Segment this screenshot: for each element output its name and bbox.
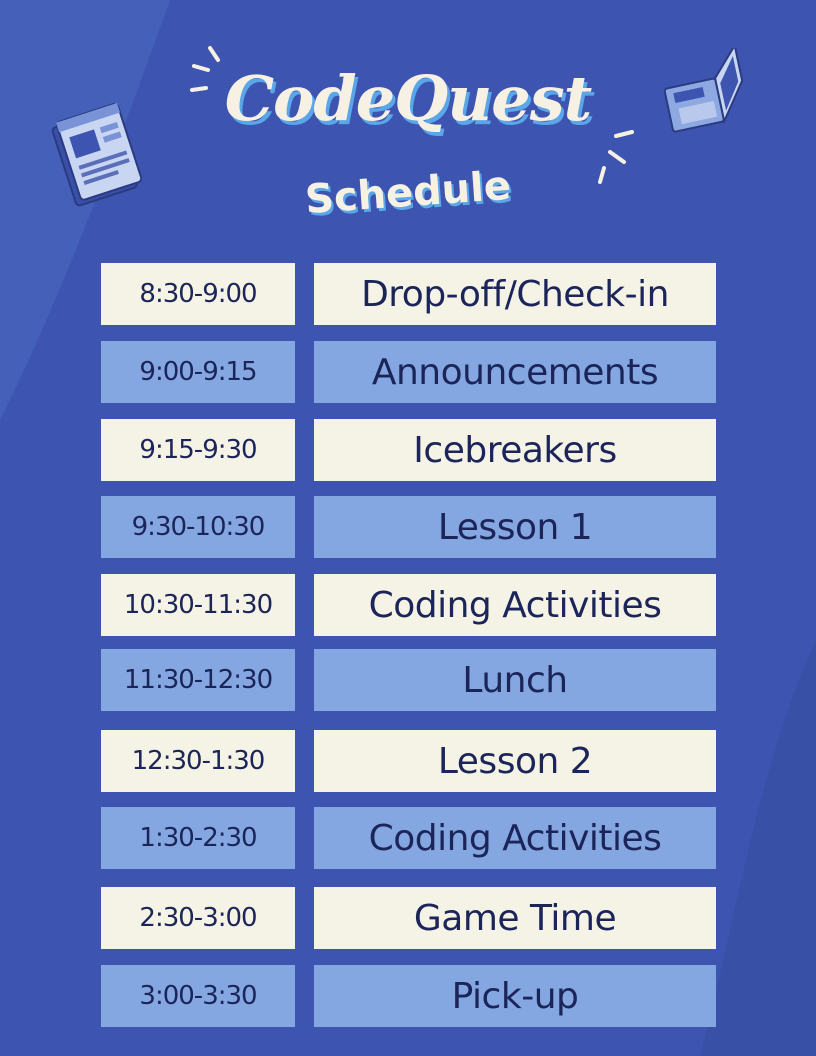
schedule-row: 11:30-12:30 Lunch	[101, 649, 716, 711]
laptop-icon	[663, 48, 744, 133]
schedule-row: 2:30-3:00 Game Time	[101, 887, 716, 949]
activity-cell: Coding Activities	[314, 807, 716, 869]
schedule-row: 10:30-11:30 Coding Activities	[101, 574, 716, 636]
sparkle-lines-icon	[190, 46, 220, 92]
time-cell: 12:30-1:30	[101, 730, 295, 792]
time-cell: 3:00-3:30	[101, 965, 295, 1027]
activity-cell: Announcements	[314, 341, 716, 403]
time-cell: 9:30-10:30	[101, 496, 295, 558]
time-cell: 2:30-3:00	[101, 887, 295, 949]
time-cell: 9:15-9:30	[101, 419, 295, 481]
activity-cell: Coding Activities	[314, 574, 716, 636]
activity-cell: Pick-up	[314, 965, 716, 1027]
sparkle-lines-icon	[598, 130, 634, 184]
activity-cell: Icebreakers	[314, 419, 716, 481]
browser-window-icon	[51, 102, 142, 207]
activity-cell: Drop-off/Check-in	[314, 263, 716, 325]
time-cell: 11:30-12:30	[101, 649, 295, 711]
activity-cell: Lunch	[314, 649, 716, 711]
schedule-row: 9:15-9:30 Icebreakers	[101, 419, 716, 481]
schedule-row: 9:30-10:30 Lesson 1	[101, 496, 716, 558]
activity-cell: Lesson 1	[314, 496, 716, 558]
schedule-row: 1:30-2:30 Coding Activities	[101, 807, 716, 869]
schedule-row: 9:00-9:15 Announcements	[101, 341, 716, 403]
schedule-row: 3:00-3:30 Pick-up	[101, 965, 716, 1027]
activity-cell: Game Time	[314, 887, 716, 949]
time-cell: 1:30-2:30	[101, 807, 295, 869]
schedule-row: 12:30-1:30 Lesson 2	[101, 730, 716, 792]
time-cell: 9:00-9:15	[101, 341, 295, 403]
time-cell: 8:30-9:00	[101, 263, 295, 325]
activity-cell: Lesson 2	[314, 730, 716, 792]
schedule-row: 8:30-9:00 Drop-off/Check-in	[101, 263, 716, 325]
time-cell: 10:30-11:30	[101, 574, 295, 636]
